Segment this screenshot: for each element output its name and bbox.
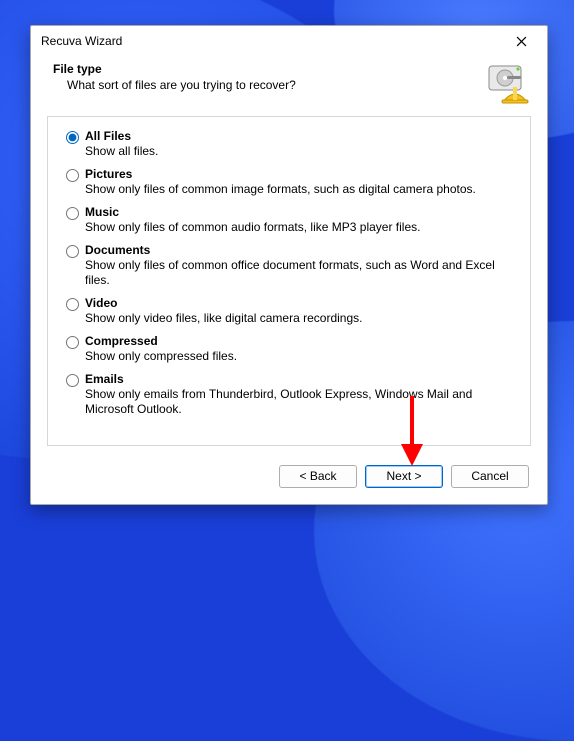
option-all-files[interactable]: All Files Show all files. — [66, 129, 512, 159]
page-title: File type — [53, 62, 485, 76]
option-music[interactable]: Music Show only files of common audio fo… — [66, 205, 512, 235]
option-emails[interactable]: Emails Show only emails from Thunderbird… — [66, 372, 512, 417]
cancel-button[interactable]: Cancel — [451, 465, 529, 488]
option-pictures[interactable]: Pictures Show only files of common image… — [66, 167, 512, 197]
option-label: Pictures — [85, 167, 512, 182]
window-title: Recuva Wizard — [41, 34, 501, 48]
option-label: Compressed — [85, 334, 512, 349]
option-desc: Show only files of common image formats,… — [85, 182, 512, 197]
wizard-dialog: Recuva Wizard File type What sort of fil… — [30, 25, 548, 505]
option-desc: Show only files of common office documen… — [85, 258, 512, 288]
option-label: Music — [85, 205, 512, 220]
option-label: Emails — [85, 372, 512, 387]
options-panel: All Files Show all files. Pictures Show … — [47, 116, 531, 446]
next-button[interactable]: Next > — [365, 465, 443, 488]
wizard-footer: < Back Next > Cancel — [31, 456, 547, 504]
radio-documents[interactable] — [66, 245, 79, 258]
option-desc: Show only compressed files. — [85, 349, 512, 364]
radio-compressed[interactable] — [66, 336, 79, 349]
option-label: Documents — [85, 243, 512, 258]
titlebar: Recuva Wizard — [31, 26, 547, 56]
option-desc: Show only files of common audio formats,… — [85, 220, 512, 235]
option-label: Video — [85, 296, 512, 311]
option-desc: Show only emails from Thunderbird, Outlo… — [85, 387, 512, 417]
radio-emails[interactable] — [66, 374, 79, 387]
option-desc: Show only video files, like digital came… — [85, 311, 512, 326]
radio-music[interactable] — [66, 207, 79, 220]
close-icon — [516, 36, 527, 47]
radio-all-files[interactable] — [66, 131, 79, 144]
option-compressed[interactable]: Compressed Show only compressed files. — [66, 334, 512, 364]
option-video[interactable]: Video Show only video files, like digita… — [66, 296, 512, 326]
back-button[interactable]: < Back — [279, 465, 357, 488]
radio-video[interactable] — [66, 298, 79, 311]
option-desc: Show all files. — [85, 144, 512, 159]
drive-hardhat-icon — [485, 62, 529, 106]
page-subtitle: What sort of files are you trying to rec… — [53, 78, 485, 92]
wizard-header: File type What sort of files are you try… — [31, 56, 547, 116]
option-label: All Files — [85, 129, 512, 144]
close-button[interactable] — [501, 27, 541, 55]
radio-pictures[interactable] — [66, 169, 79, 182]
option-documents[interactable]: Documents Show only files of common offi… — [66, 243, 512, 288]
